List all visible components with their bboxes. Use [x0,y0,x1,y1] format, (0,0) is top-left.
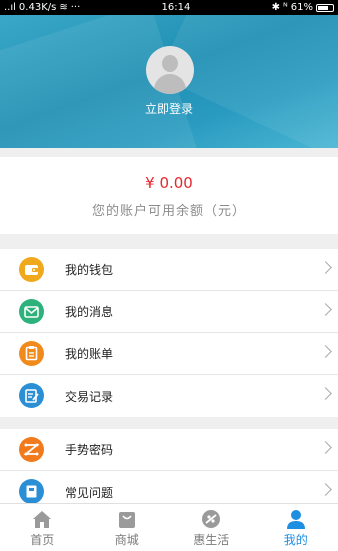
avatar-head [162,55,178,72]
chevron-right-icon [319,483,332,496]
balance-amount: ¥ 0.00 [145,174,193,192]
gesture-password-icon [19,437,44,462]
balance-description: 您的账户可用余额（元） [91,204,246,219]
menu-item-gesture-password[interactable]: 手势密码 [0,429,338,471]
network-icon: ᴺ [283,2,288,13]
menu-item-label: 交易记录 [65,389,114,404]
clock: 16:14 [161,2,191,13]
balance-panel: ¥ 0.00 您的账户可用余额（元） [0,157,338,234]
menu-group-account: 我的钱包 我的消息 我的账单 交易记录 [0,249,338,417]
menu-item-label: 我的消息 [65,305,114,319]
tab-label: 首页 [30,533,55,547]
home-icon [33,511,52,528]
menu-item-messages[interactable]: 我的消息 [0,291,338,333]
chevron-right-icon [319,303,332,316]
profile-icon [286,510,305,529]
menu-item-wallet[interactable]: 我的钱包 [0,249,338,291]
menu-item-label: 手势密码 [65,443,114,457]
tab-profile[interactable]: 我的 [254,504,338,551]
tab-mall[interactable]: 商城 [85,504,170,551]
wallet-icon [19,257,44,282]
tab-label: 惠生活 [193,533,230,547]
mall-icon [118,512,135,528]
battery-percent: 61% [290,2,313,13]
bill-icon [19,341,44,366]
network-speed: 0.43K/s [18,2,57,13]
bluetooth-icon: ✱ [271,2,281,13]
avatar-body [154,74,186,94]
chevron-right-icon [319,387,332,400]
tab-label: 商城 [114,533,139,547]
chevron-right-icon [319,261,332,274]
menu-item-label: 我的账单 [65,347,114,361]
faq-icon [19,479,44,504]
transaction-record-icon [19,383,44,408]
status-bar: ..ıl 0.43K/s ≋ ··· 16:14 ✱ ᴺ 61% [0,0,338,15]
profile-header: 立即登录 [0,15,338,148]
battery-icon [316,3,334,12]
wifi-icon: ≋ [59,2,68,13]
message-icon [19,299,44,324]
menu-item-label: 我的钱包 [65,263,114,277]
more-indicator: ··· [70,2,81,13]
menu-item-bill[interactable]: 我的账单 [0,333,338,375]
signal-icon: ..ıl [4,2,16,13]
tab-home[interactable]: 首页 [0,504,85,551]
avatar[interactable] [146,46,194,94]
chevron-right-icon [319,345,332,358]
tab-label: 我的 [283,533,308,547]
menu-item-label: 常见问题 [65,485,114,500]
tab-life[interactable]: 惠生活 [169,504,254,551]
chevron-right-icon [319,441,332,454]
menu-group-settings: 手势密码 常见问题 [0,429,338,513]
menu-item-transactions[interactable]: 交易记录 [0,375,338,417]
life-icon [202,510,221,528]
bottom-tab-bar: 首页 商城 惠生活 我的 [0,503,338,551]
login-link[interactable]: 立即登录 [0,100,338,117]
